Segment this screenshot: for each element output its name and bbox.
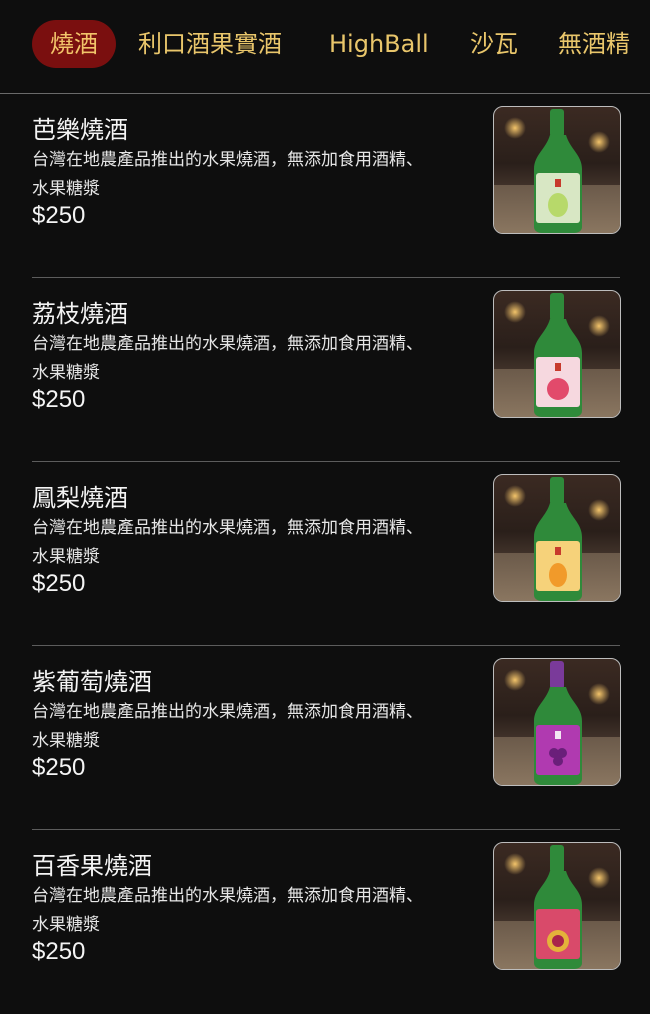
tab-sour[interactable]: 沙瓦 [470, 20, 518, 68]
item-description-line: 水果糖漿 [32, 915, 100, 935]
background-light [504, 117, 526, 139]
item-price: $250 [32, 202, 86, 229]
item-name: 紫葡萄燒酒 [32, 668, 152, 696]
item-price: $250 [32, 754, 86, 781]
menu-item[interactable]: 鳳梨燒酒 台灣在地農產品推出的水果燒酒，無添加食用酒精、 水果糖漿 $250 [32, 462, 621, 646]
background-light [588, 683, 610, 705]
item-name: 芭樂燒酒 [32, 116, 128, 144]
menu-item[interactable]: 芭樂燒酒 台灣在地農產品推出的水果燒酒，無添加食用酒精、 水果糖漿 $250 [32, 94, 621, 278]
menu-item[interactable]: 百香果燒酒 台灣在地農產品推出的水果燒酒，無添加食用酒精、 水果糖漿 $250 [32, 830, 621, 1014]
item-thumbnail[interactable] [493, 290, 621, 418]
category-tab-bar: 燒酒 利口酒果實酒 HighBall 沙瓦 無酒精 [0, 0, 650, 94]
background-light [504, 669, 526, 691]
item-price: $250 [32, 938, 86, 965]
pineapple-soju-bottle-icon [534, 477, 582, 601]
background-light [588, 499, 610, 521]
item-thumbnail[interactable] [493, 106, 621, 234]
item-thumbnail[interactable] [493, 658, 621, 786]
lychee-soju-bottle-icon [534, 293, 582, 417]
item-description-line: 水果糖漿 [32, 731, 100, 751]
item-description-line: 台灣在地農產品推出的水果燒酒，無添加食用酒精、 [32, 702, 423, 722]
background-light [504, 853, 526, 875]
item-description-line: 台灣在地農產品推出的水果燒酒，無添加食用酒精、 [32, 150, 423, 170]
item-description: 台灣在地農產品推出的水果燒酒，無添加食用酒精、 水果糖漿 [32, 146, 482, 204]
item-description: 台灣在地農產品推出的水果燒酒，無添加食用酒精、 水果糖漿 [32, 514, 482, 572]
tab-highball[interactable]: HighBall [329, 20, 429, 68]
item-price: $250 [32, 570, 86, 597]
background-light [588, 867, 610, 889]
item-description-line: 台灣在地農產品推出的水果燒酒，無添加食用酒精、 [32, 886, 423, 906]
background-light [504, 485, 526, 507]
tab-non-alcoholic[interactable]: 無酒精 [558, 20, 630, 68]
background-light [588, 131, 610, 153]
item-description-line: 水果糖漿 [32, 547, 100, 567]
item-thumbnail[interactable] [493, 842, 621, 970]
item-description-line: 台灣在地農產品推出的水果燒酒，無添加食用酒精、 [32, 334, 423, 354]
item-description: 台灣在地農產品推出的水果燒酒，無添加食用酒精、 水果糖漿 [32, 330, 482, 388]
item-description-line: 水果糖漿 [32, 179, 100, 199]
menu-item[interactable]: 荔枝燒酒 台灣在地農產品推出的水果燒酒，無添加食用酒精、 水果糖漿 $250 [32, 278, 621, 462]
background-light [504, 301, 526, 323]
tab-shochu[interactable]: 燒酒 [32, 20, 116, 68]
item-name: 百香果燒酒 [32, 852, 152, 880]
menu-item[interactable]: 紫葡萄燒酒 台灣在地農產品推出的水果燒酒，無添加食用酒精、 水果糖漿 $250 [32, 646, 621, 830]
tab-liqueur-fruit-wine[interactable]: 利口酒果實酒 [138, 20, 282, 68]
item-description-line: 水果糖漿 [32, 363, 100, 383]
item-price: $250 [32, 386, 86, 413]
item-description: 台灣在地農產品推出的水果燒酒，無添加食用酒精、 水果糖漿 [32, 882, 482, 940]
grape-soju-bottle-icon [534, 661, 582, 785]
item-description-line: 台灣在地農產品推出的水果燒酒，無添加食用酒精、 [32, 518, 423, 538]
item-name: 鳳梨燒酒 [32, 484, 128, 512]
guava-soju-bottle-icon [534, 109, 582, 233]
background-light [588, 315, 610, 337]
item-name: 荔枝燒酒 [32, 300, 128, 328]
item-thumbnail[interactable] [493, 474, 621, 602]
passionfruit-soju-bottle-icon [534, 845, 582, 969]
item-description: 台灣在地農產品推出的水果燒酒，無添加食用酒精、 水果糖漿 [32, 698, 482, 756]
